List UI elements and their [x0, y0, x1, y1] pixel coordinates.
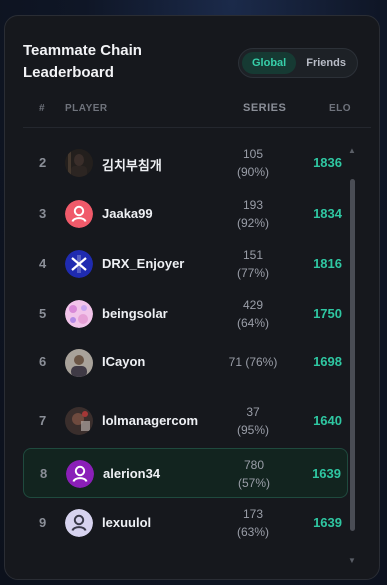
player-name[interactable]: lexuulol	[102, 515, 151, 530]
series-percent: (57%)	[237, 476, 270, 490]
scroll-up-arrow-icon[interactable]: ▲	[348, 146, 356, 155]
avatar	[65, 407, 93, 435]
pink-pattern-icon	[65, 300, 93, 328]
series-percent: (77%)	[236, 266, 269, 280]
series-value: 37 (95%)	[213, 403, 293, 439]
table-row[interactable]: 4 DRX_Enjoyer 151 (77%) 1816	[23, 239, 348, 289]
series-count: 193	[242, 198, 264, 212]
table-row-current-user[interactable]: 8 alerion34 780 (57%) 1639	[23, 448, 348, 498]
series-count: 71 (76%)	[228, 355, 278, 369]
player-name[interactable]: DRX_Enjoyer	[102, 256, 184, 271]
player-name[interactable]: beingsolar	[102, 306, 168, 321]
series-value: 429 (64%)	[213, 296, 293, 332]
toggle-friends[interactable]: Friends	[296, 52, 356, 74]
photo-person-icon	[65, 349, 93, 377]
series-value: 105 (90%)	[213, 145, 293, 181]
default-user-icon	[66, 460, 94, 488]
dark-figure-icon	[65, 149, 93, 177]
leaderboard-title: Teammate Chain Leaderboard	[23, 42, 142, 81]
scroll-down-arrow-icon[interactable]: ▼	[348, 556, 356, 565]
drx-logo-icon	[65, 250, 93, 278]
avatar	[65, 149, 93, 177]
player-name[interactable]: ICayon	[102, 354, 145, 369]
series-count: 84	[213, 556, 293, 558]
table-header: # PLAYER SERIES ELO	[23, 100, 371, 128]
row-rank: 7	[39, 413, 47, 428]
player-name[interactable]: alerion34	[103, 466, 160, 481]
elo-value: 1750	[313, 306, 342, 321]
elo-value: 1834	[313, 206, 342, 221]
series-percent: (92%)	[236, 216, 269, 230]
avatar	[65, 349, 93, 377]
player-name[interactable]: lolmanagercom	[102, 413, 198, 428]
series-count: 173	[242, 507, 264, 521]
table-row-partial[interactable]: 84	[23, 548, 348, 558]
avatar	[65, 300, 93, 328]
series-value: 71 (76%)	[213, 353, 293, 371]
series-count: 105	[242, 147, 264, 161]
series-value: 84	[213, 556, 293, 558]
avatar	[65, 200, 93, 228]
series-count: 429	[242, 298, 264, 312]
column-elo[interactable]: ELO	[329, 103, 351, 114]
scrollbar-thumb[interactable]	[350, 179, 355, 531]
row-rank: 9	[39, 515, 47, 530]
series-count: 151	[242, 248, 264, 262]
row-rank: 2	[39, 155, 47, 170]
row-rank: 6	[39, 354, 47, 369]
avatar	[65, 509, 93, 537]
elo-value: 1836	[313, 155, 342, 170]
leaderboard-rows: 2 김치부침개 105 (90%) 1836 3 Jaaka99 193 (92…	[23, 138, 349, 558]
column-player: PLAYER	[65, 103, 108, 114]
table-row[interactable]: 3 Jaaka99 193 (92%) 1834	[23, 189, 348, 239]
avatar	[65, 250, 93, 278]
player-name[interactable]: 김치부침개	[102, 155, 162, 174]
series-percent: (95%)	[236, 423, 269, 437]
row-rank: 3	[39, 206, 47, 221]
series-count: 37	[246, 405, 260, 419]
column-rank: #	[39, 103, 46, 114]
default-user-icon	[65, 200, 93, 228]
row-rank: 5	[39, 306, 47, 321]
series-percent: (90%)	[236, 165, 269, 179]
table-row[interactable]: 2 김치부침개 105 (90%) 1836	[23, 138, 348, 188]
series-count: 780	[243, 458, 265, 472]
table-row[interactable]: 5 beingsolar 429 (64%) 1750	[23, 289, 348, 339]
elo-value: 1639	[313, 515, 342, 530]
column-series[interactable]: SERIES	[243, 102, 286, 114]
series-value: 173 (63%)	[213, 505, 293, 541]
series-percent: (64%)	[236, 316, 269, 330]
series-percent: (63%)	[236, 525, 269, 539]
row-rank: 8	[40, 466, 48, 481]
table-row[interactable]: 7 lolmanagercom 37 (95%) 1640	[23, 396, 348, 446]
photo-dark-icon	[65, 407, 93, 435]
toggle-global[interactable]: Global	[242, 52, 297, 74]
player-name[interactable]: Jaaka99	[102, 206, 153, 221]
leaderboard-card: Teammate Chain Leaderboard Global Friend…	[4, 15, 380, 580]
avatar	[66, 460, 94, 488]
series-value: 780 (57%)	[214, 456, 294, 492]
default-user-icon	[65, 509, 93, 537]
table-row[interactable]: 6 ICayon 71 (76%) 1698	[23, 349, 348, 400]
scope-toggle[interactable]: Global Friends	[238, 48, 358, 78]
elo-value: 1639	[312, 466, 341, 481]
series-value: 151 (77%)	[213, 246, 293, 282]
elo-value: 1698	[313, 354, 342, 369]
elo-value: 1640	[313, 413, 342, 428]
table-row[interactable]: 9 lexuulol 173 (63%) 1639	[23, 498, 348, 548]
row-rank: 4	[39, 256, 47, 271]
elo-value: 1816	[313, 256, 342, 271]
series-value: 193 (92%)	[213, 196, 293, 232]
